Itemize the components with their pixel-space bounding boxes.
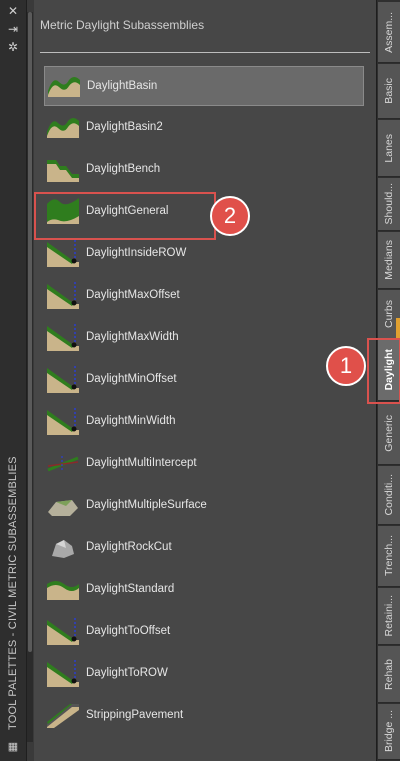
tab-label: Trench... [383,535,395,577]
basin-icon [47,71,81,101]
edge-marker [396,318,400,340]
tab-label: Should... [383,183,395,225]
callout-box-daylight-tab [367,338,400,404]
bench-icon [46,154,80,184]
palette-item-daylightbench[interactable]: DaylightBench [44,150,362,188]
palette-item-label: DaylightToOffset [86,625,171,637]
tab-should[interactable]: Should... [378,178,400,231]
tab-medians[interactable]: Medians [378,232,400,289]
palette-item-label: DaylightMinOffset [86,373,177,385]
palette-item-label: DaylightBasin2 [86,121,163,133]
palette-item-daylightmaxwidth[interactable]: DaylightMaxWidth [44,318,362,356]
tab-rehab[interactable]: Rehab [378,646,400,703]
tab-label: Generic [383,414,395,452]
palette-item-label: StrippingPavement [86,709,184,721]
palette-item-daylightstandard[interactable]: DaylightStandard [44,570,362,608]
palette-item-daylightminwidth[interactable]: DaylightMinWidth [44,402,362,440]
panel-title: Metric Daylight Subassemblies [40,18,205,32]
palette-item-daylighttooffset[interactable]: DaylightToOffset [44,612,362,650]
tab-assem[interactable]: Assem... [378,2,400,63]
palette-item-daylightminoffset[interactable]: DaylightMinOffset [44,360,362,398]
palette-grid-icon[interactable]: ▦ [6,740,20,754]
palette-item-daylightmaxoffset[interactable]: DaylightMaxOffset [44,276,362,314]
tab-label: Basic [383,78,395,104]
palette-item-label: DaylightToROW [86,667,168,679]
scrollbar-thumb[interactable] [28,12,32,652]
callout-box-daylight-general [34,192,216,240]
surface-icon [46,490,80,520]
palette-content: Metric Daylight Subassemblies DaylightBa… [34,0,376,761]
palette-item-daylightmultiintercept[interactable]: DaylightMultiIntercept [44,444,362,482]
properties-icon[interactable]: ✲ [6,40,20,54]
slope-icon [46,238,80,268]
standard-icon [46,574,80,604]
callout-badge-2: 2 [210,196,250,236]
palette-item-label: DaylightMultiIntercept [86,457,197,469]
tab-bridge[interactable]: Bridge ... [378,704,400,760]
palette-title-bar: ✕ ⇥ ✲ TOOL PALETTES - CIVIL METRIC SUBAS… [0,0,27,761]
palette-item-label: DaylightInsideROW [86,247,187,259]
close-icon[interactable]: ✕ [6,4,20,18]
slope-icon [46,364,80,394]
palette-item-label: DaylightMaxOffset [86,289,180,301]
tab-trench[interactable]: Trench... [378,526,400,587]
slope-icon [46,280,80,310]
tab-generic[interactable]: Generic [378,402,400,465]
tab-conditi[interactable]: Conditi... [378,466,400,525]
palette-title: TOOL PALETTES - CIVIL METRIC SUBASSEMBLI… [7,456,19,730]
tab-label: Curbs [383,299,395,328]
slope-icon [46,616,80,646]
palette-item-label: DaylightMaxWidth [86,331,179,343]
title-divider [40,52,370,53]
tab-label: Conditi... [383,474,395,516]
palette-item-daylightrockcut[interactable]: DaylightRockCut [44,528,362,566]
palette-item-label: DaylightBasin [87,80,158,92]
palette-item-label: DaylightMinWidth [86,415,176,427]
palette-item-label: DaylightRockCut [86,541,172,553]
tab-retaini[interactable]: Retaini... [378,588,400,645]
tab-label: Rehab [383,658,395,690]
slope-icon [46,322,80,352]
tab-label: Assem... [383,11,395,53]
slope-icon [46,658,80,688]
palette-item-daylighttorow[interactable]: DaylightToROW [44,654,362,692]
palette-item-label: DaylightStandard [86,583,175,595]
pavement-icon [46,700,80,730]
palette-item-daylightbasin[interactable]: DaylightBasin [44,66,364,106]
palette-item-daylightmultiplesurface[interactable]: DaylightMultipleSurface [44,486,362,524]
palette-item-label: DaylightMultipleSurface [86,499,207,511]
rock-icon [46,532,80,562]
palette-item-label: DaylightBench [86,163,161,175]
tab-label: Retaini... [383,595,395,637]
tab-label: Bridge ... [383,710,395,753]
tab-label: Medians [383,240,395,280]
tab-label: Lanes [383,133,395,163]
intercept-icon [46,448,80,478]
palette-item-daylightbasin2[interactable]: DaylightBasin2 [44,108,362,146]
autohide-icon[interactable]: ⇥ [6,22,20,36]
basin-icon [46,112,80,142]
tab-basic[interactable]: Basic [378,64,400,119]
callout-badge-1: 1 [326,346,366,386]
tab-lanes[interactable]: Lanes [378,120,400,177]
slope-icon [46,406,80,436]
palette-item-strippingpavement[interactable]: StrippingPavement [44,696,362,734]
